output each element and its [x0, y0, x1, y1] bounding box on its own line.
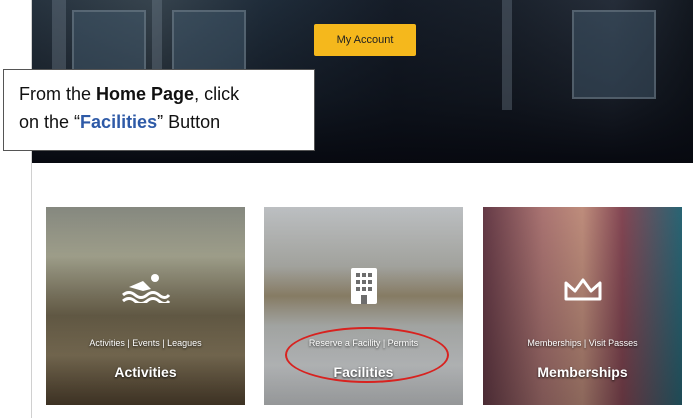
- callout-home-page: Home Page: [96, 84, 195, 104]
- callout-facilities: Facilities: [80, 112, 158, 132]
- card-title: Memberships: [537, 364, 628, 380]
- building-icon: [350, 268, 377, 304]
- callout-line-1: From the Home Page, click: [19, 80, 302, 108]
- my-account-button[interactable]: My Account: [314, 24, 416, 56]
- callout-text: , click: [194, 84, 240, 104]
- callout-text: on the “: [19, 112, 81, 132]
- hero-window-pane: [572, 10, 656, 99]
- callout-text: From the: [19, 84, 97, 104]
- memberships-card[interactable]: Memberships | Visit Passes Memberships: [483, 207, 682, 405]
- crown-icon: [564, 278, 601, 301]
- card-subtitle: Memberships | Visit Passes: [527, 338, 638, 348]
- callout-line-2: on the “Facilities” Button: [19, 108, 302, 136]
- callout-text: ” Button: [157, 112, 221, 132]
- activities-card[interactable]: Activities | Events | Leagues Activities: [46, 207, 245, 405]
- card-subtitle: Activities | Events | Leagues: [89, 338, 202, 348]
- card-title: Activities: [114, 364, 177, 380]
- swimmer-icon: [121, 274, 170, 303]
- hero-window-frame: [502, 0, 512, 110]
- instruction-callout: From the Home Page, click on the “Facili…: [3, 69, 315, 151]
- annotation-highlight-oval: [285, 327, 449, 383]
